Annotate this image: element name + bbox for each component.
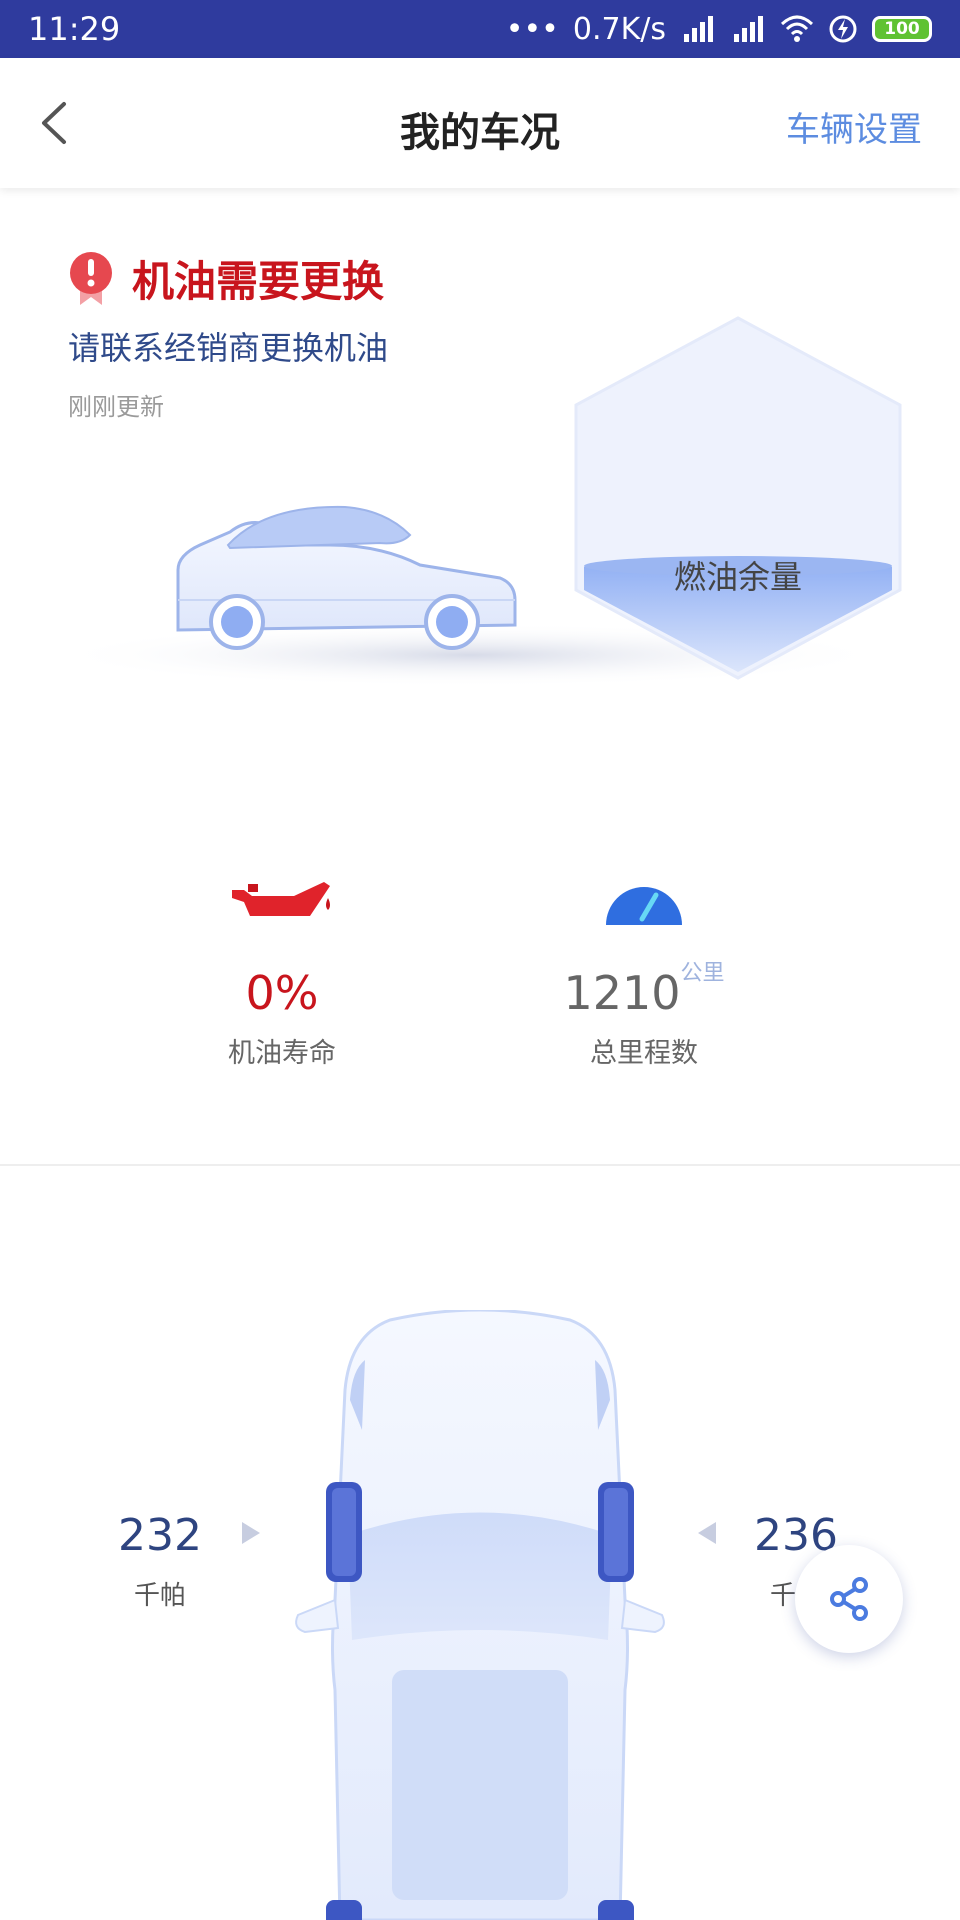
fuel-level-label: 燃油余量 <box>673 558 802 596</box>
vehicle-stats: 0% 机油寿命 1210公里 总里程数 <box>0 860 960 1090</box>
tire-pressure-front-left: 232 千帕 <box>80 1510 240 1612</box>
mileage-unit: 公里 <box>680 961 725 986</box>
alert-subtitle: 请联系经销商更换机油 <box>68 329 389 367</box>
car-topdown-illustration <box>295 1310 665 1920</box>
status-time: 11:29 <box>28 10 121 48</box>
pointer-left-icon <box>698 1522 716 1544</box>
charging-icon <box>829 15 857 43</box>
pointer-right-icon <box>242 1522 260 1544</box>
alert-title: 机油需要更换 <box>132 257 385 306</box>
oil-can-icon <box>232 882 330 916</box>
section-divider <box>0 1164 960 1166</box>
oil-life-value: 0% <box>245 966 319 1020</box>
signal-icon <box>734 16 763 42</box>
share-button[interactable] <box>795 1545 903 1653</box>
alert-updated-time: 刚刚更新 <box>68 393 164 421</box>
nav-bar: 我的车况 车辆设置 <box>0 58 960 188</box>
mileage-label: 总里程数 <box>590 1037 698 1069</box>
network-speed: 0.7K/s <box>572 11 666 47</box>
status-icons: ••• 0.7K/s 100 <box>506 12 932 47</box>
tire-front-right <box>598 1482 634 1582</box>
vehicle-settings-button[interactable]: 车辆设置 <box>786 102 922 151</box>
speedometer-icon <box>606 887 682 925</box>
tire-pressure-fl-unit: 千帕 <box>133 1581 186 1611</box>
tire-rear-right <box>598 1900 634 1920</box>
maintenance-alert[interactable]: 机油需要更换 请联系经销商更换机油 刚刚更新 <box>68 248 388 422</box>
more-dots-icon: ••• <box>505 11 559 47</box>
car-side-icon <box>176 505 517 650</box>
oil-life-label: 机油寿命 <box>228 1037 336 1069</box>
status-bar: 11:29 ••• 0.7K/s 100 <box>0 0 960 58</box>
share-icon <box>830 1577 868 1621</box>
wifi-icon <box>780 15 814 42</box>
battery-icon: 100 <box>872 16 932 42</box>
mileage-value: 1210 <box>563 966 681 1020</box>
alert-badge-icon <box>70 251 112 305</box>
oil-life-stat[interactable]: 0% 机油寿命 <box>132 860 432 1070</box>
tire-front-left <box>326 1482 362 1582</box>
tire-pressure-fl-value: 232 <box>118 1510 202 1561</box>
fuel-gauge <box>574 316 902 680</box>
signal-hd-icon <box>684 16 713 42</box>
tire-rear-left <box>326 1900 362 1920</box>
mileage-stat[interactable]: 1210公里 总里程数 <box>494 860 794 1070</box>
